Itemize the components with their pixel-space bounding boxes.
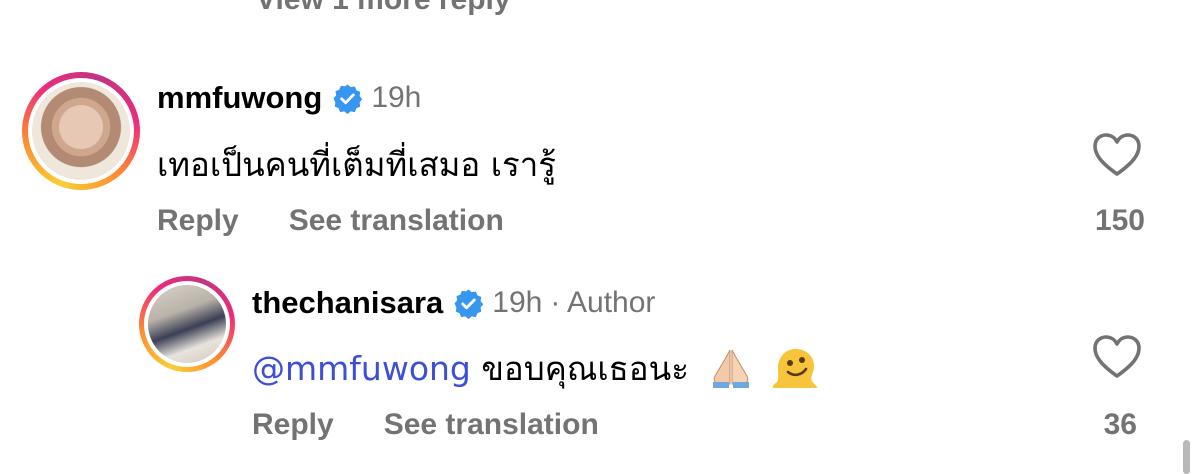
scrollbar[interactable] — [1183, 440, 1190, 474]
heart-outline-icon[interactable] — [1092, 132, 1142, 178]
see-translation-button[interactable]: See translation — [289, 204, 504, 238]
comments-screen: View 1 more reply mmfuwong 19h เทอเป็นคน… — [0, 0, 1200, 474]
comment-body: ขอบคุณเธอนะ — [481, 349, 689, 388]
view-more-replies-link[interactable]: View 1 more reply — [256, 0, 511, 17]
comment-header: thechanisara 19h · Author — [252, 283, 655, 323]
comment-text: @mmfuwong ขอบคุณเธอนะ — [252, 342, 818, 395]
comment-actions: Reply See translation — [157, 204, 504, 238]
see-translation-button[interactable]: See translation — [384, 408, 599, 442]
author-label: · Author — [550, 286, 656, 319]
like-count: 150 — [1094, 204, 1145, 237]
melting-face-emoji — [772, 348, 817, 388]
reply-button[interactable]: Reply — [157, 204, 239, 238]
avatar[interactable] — [148, 285, 226, 363]
comment-text: เทอเป็นคนที่เต็มที่เสมอ เรารู้ — [157, 145, 556, 184]
mention-link[interactable]: @mmfuwong — [252, 349, 471, 388]
heart-outline-icon[interactable] — [1092, 334, 1142, 380]
username[interactable]: thechanisara — [252, 285, 443, 321]
reply-button[interactable]: Reply — [252, 408, 334, 442]
reply-item: thechanisara 19h · Author @mmfuwong ขอบค… — [0, 272, 1200, 452]
comment-time: 19h — [492, 286, 543, 319]
username[interactable]: mmfuwong — [157, 80, 322, 116]
folded-hands-emoji — [713, 349, 750, 388]
comment-actions: Reply See translation — [252, 408, 599, 442]
comment-time: 19h — [371, 81, 422, 114]
verified-badge-icon — [333, 84, 363, 114]
comment-item: mmfuwong 19h เทอเป็นคนที่เต็มที่เสมอ เรา… — [0, 70, 1200, 250]
like-count: 36 — [1103, 408, 1137, 441]
verified-badge-icon — [454, 289, 484, 319]
avatar[interactable] — [32, 82, 130, 180]
comment-header: mmfuwong 19h — [157, 78, 421, 118]
